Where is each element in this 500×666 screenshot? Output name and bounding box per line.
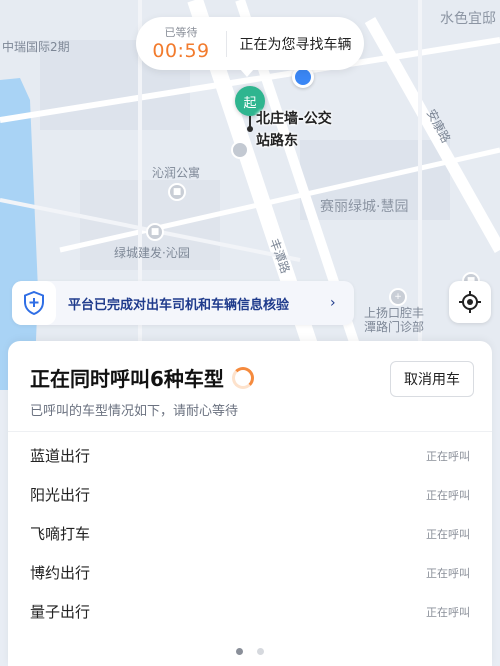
page-indicator [8, 648, 492, 655]
list-item[interactable]: 阳光出行 正在呼叫 [8, 475, 492, 514]
list-item[interactable]: 博约出行 正在呼叫 [8, 553, 492, 592]
residence-icon: ■ [146, 223, 164, 241]
car-type-name: 量子出行 [30, 603, 91, 621]
verification-text: 平台已完成对出车司机和车辆信息核验 [68, 297, 290, 313]
locate-button[interactable] [449, 281, 491, 323]
list-item[interactable]: 飞嘀打车 正在呼叫 [8, 514, 492, 553]
locate-icon [459, 291, 481, 313]
page-dot-active[interactable] [236, 648, 243, 655]
car-type-name: 蓝道出行 [30, 447, 91, 465]
search-status-text: 正在为您寻找车辆 [239, 36, 352, 53]
wait-status-bubble: 已等待 00:59 正在为您寻找车辆 [136, 17, 364, 77]
call-status-sheet: 正在同时呼叫6种车型 已呼叫的车型情况如下，请耐心等待 取消用车 蓝道出行 正在… [8, 341, 492, 666]
start-marker-dot [247, 126, 253, 132]
start-label-line2: 站路东 [256, 133, 298, 149]
start-label-line1: 北庄墙-公交 [256, 111, 332, 127]
car-type-status: 正在呼叫 [426, 527, 470, 541]
apartment-icon: ■ [168, 183, 186, 201]
list-item[interactable]: 蓝道出行 正在呼叫 [8, 436, 492, 475]
wait-time: 00:59 [152, 39, 210, 62]
car-type-name: 博约出行 [30, 564, 91, 582]
car-type-status: 正在呼叫 [426, 488, 470, 502]
wait-timer: 已等待 00:59 [136, 26, 226, 62]
map-label-qinrun: 沁润公寓 [152, 166, 201, 180]
chevron-right-icon: › [330, 295, 336, 311]
sheet-title: 正在同时呼叫6种车型 [30, 367, 224, 391]
car-type-status: 正在呼叫 [426, 566, 470, 580]
car-type-status: 正在呼叫 [426, 449, 470, 463]
clinic-icon: + [389, 288, 407, 306]
shield-icon [12, 281, 56, 325]
start-location-label[interactable]: 北庄墙-公交 站路东 [256, 108, 332, 152]
list-item[interactable]: 量子出行 正在呼叫 [8, 592, 492, 631]
car-type-name: 飞嘀打车 [30, 525, 91, 543]
car-type-list: 蓝道出行 正在呼叫 阳光出行 正在呼叫 飞嘀打车 正在呼叫 博约出行 正在呼叫 … [8, 432, 492, 631]
map-label-shuise: 水色宜邸 [440, 11, 496, 27]
car-type-status: 正在呼叫 [426, 605, 470, 619]
loading-spinner-icon [231, 366, 254, 389]
wait-label: 已等待 [164, 25, 198, 39]
map-label-lvcheng: 绿城建发·沁园 [114, 246, 190, 260]
sheet-header: 正在同时呼叫6种车型 已呼叫的车型情况如下，请耐心等待 取消用车 [8, 341, 492, 431]
car-type-name: 阳光出行 [30, 486, 91, 504]
verification-banner[interactable]: 平台已完成对出车司机和车辆信息核验 › [12, 281, 354, 325]
map-label-sailv: 赛丽绿城·慧园 [320, 199, 409, 215]
bus-stop-icon [231, 141, 249, 159]
map-label-clinic: 上扬口腔丰潭路门诊部 [364, 306, 425, 334]
page-dot[interactable] [257, 648, 264, 655]
sheet-subtitle: 已呼叫的车型情况如下，请耐心等待 [30, 404, 239, 419]
map-label-zhongrui: 中瑞国际2期 [2, 40, 70, 54]
cancel-ride-button[interactable]: 取消用车 [390, 361, 474, 397]
